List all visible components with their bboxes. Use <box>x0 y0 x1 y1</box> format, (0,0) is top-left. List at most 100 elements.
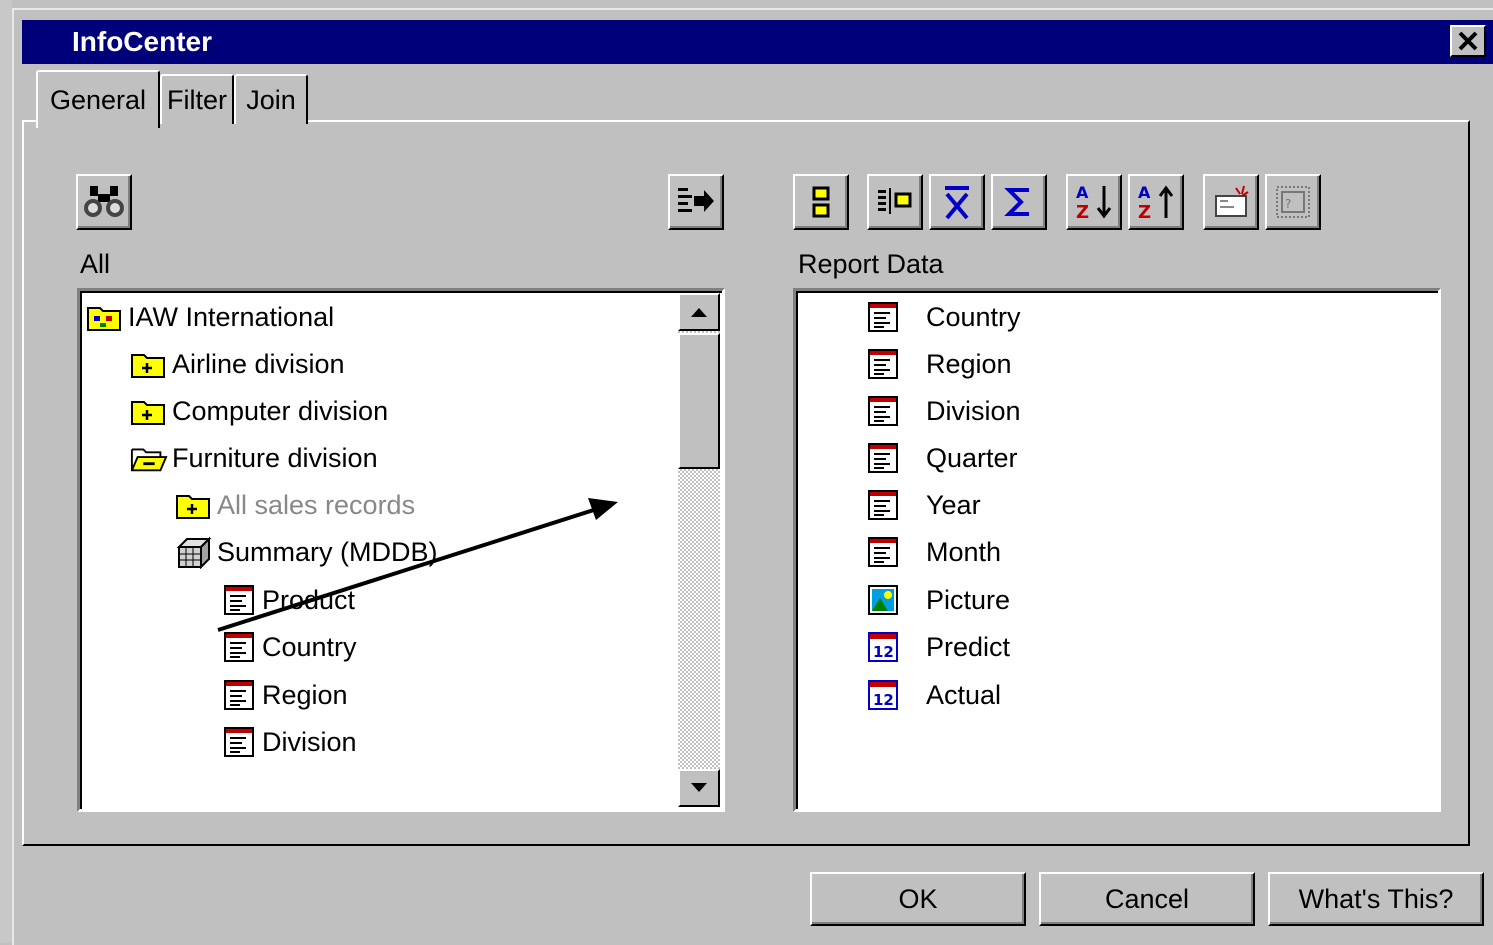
text-field-icon <box>864 441 902 475</box>
tab-join[interactable]: Join <box>234 74 308 124</box>
average-button[interactable] <box>929 174 985 230</box>
report-item-label: Actual <box>926 679 1002 710</box>
text-field-icon <box>864 300 902 334</box>
report-data-label: Report Data <box>798 249 944 279</box>
report-item-label: Picture <box>926 584 1011 615</box>
across-button[interactable] <box>867 174 923 230</box>
report-item-predict[interactable]: 12 Predict <box>864 627 1010 667</box>
close-button[interactable] <box>1450 25 1486 57</box>
svg-text:Z: Z <box>1076 202 1089 223</box>
folder-plus-icon <box>130 347 168 381</box>
window-title: InfoCenter <box>72 26 212 57</box>
tree-item-region[interactable]: Region <box>220 675 348 715</box>
tree-item-label: Country <box>262 631 357 662</box>
triangle-down-icon <box>691 783 707 792</box>
svg-text:A: A <box>1138 183 1151 202</box>
cancel-button[interactable]: Cancel <box>1039 872 1255 926</box>
folder-plus-icon <box>130 394 168 428</box>
report-item-quarter[interactable]: Quarter <box>864 438 1018 478</box>
report-item-label: Predict <box>926 631 1011 662</box>
cancel-button-label: Cancel <box>1104 883 1190 914</box>
find-button[interactable] <box>76 174 132 230</box>
picture-field-icon <box>864 583 902 617</box>
binoculars-icon <box>84 186 124 217</box>
report-item-division[interactable]: Division <box>864 391 1021 431</box>
report-item-label: Month <box>926 536 1002 567</box>
close-icon <box>1458 31 1478 51</box>
org-folder-icon <box>86 300 124 334</box>
tree-item-iaw-international[interactable]: IAW International <box>86 297 334 337</box>
tree-item-product[interactable]: Product <box>220 580 355 620</box>
tree-item-furniture-division[interactable]: Furniture division <box>130 438 378 478</box>
scroll-up-button[interactable] <box>678 293 720 331</box>
report-item-label: Region <box>926 348 1012 379</box>
report-item-region[interactable]: Region <box>864 344 1012 384</box>
tree-item-country[interactable]: Country <box>220 627 357 667</box>
all-label: All <box>80 249 111 279</box>
report-item-country[interactable]: Country <box>864 297 1021 337</box>
svg-text:A: A <box>1076 183 1089 202</box>
ok-button-label: OK <box>898 883 938 914</box>
tree-item-label: Computer division <box>172 395 389 426</box>
tree-vertical-scrollbar[interactable] <box>678 293 720 807</box>
ok-button[interactable]: OK <box>810 872 1026 926</box>
svg-text:12: 12 <box>873 643 894 661</box>
tab-general[interactable]: General <box>36 70 160 128</box>
tree-item-division[interactable]: Division <box>220 722 357 762</box>
tree-item-label: Product <box>262 584 356 615</box>
sum-button[interactable] <box>991 174 1047 230</box>
text-field-icon <box>864 488 902 522</box>
text-field-icon <box>220 630 258 664</box>
triangle-up-icon <box>691 308 707 317</box>
mean-x-bar-icon <box>945 186 969 220</box>
sort-ascending-button[interactable]: A Z <box>1066 174 1122 230</box>
tree-item-label: Region <box>262 679 348 710</box>
text-field-icon <box>220 725 258 759</box>
tree-item-label: Airline division <box>172 348 345 379</box>
text-field-icon <box>220 583 258 617</box>
title-bar: InfoCenter <box>22 20 1493 64</box>
tree-item-label: Division <box>262 726 357 757</box>
folder-plus-icon <box>175 488 213 522</box>
tab-filter-label: Filter <box>167 84 227 115</box>
tab-join-label: Join <box>246 84 296 115</box>
tree-item-label: Furniture division <box>172 442 378 473</box>
report-item-label: Year <box>926 489 981 520</box>
properties-button[interactable]: ? <box>1265 174 1321 230</box>
report-item-picture[interactable]: Picture <box>864 580 1010 620</box>
report-item-actual[interactable]: 12 Actual <box>864 675 1001 715</box>
text-field-icon <box>864 347 902 381</box>
text-field-icon <box>864 394 902 428</box>
whats-this-button-label: What's This? <box>1298 883 1454 914</box>
tree-item-airline-division[interactable]: Airline division <box>130 344 345 384</box>
tree-item-summary-mddb[interactable]: Summary (MDDB) <box>175 532 438 572</box>
report-item-year[interactable]: Year <box>864 485 981 525</box>
tree-item-all-sales-records[interactable]: All sales records <box>175 485 415 525</box>
group-rows-icon <box>812 186 830 218</box>
tab-filter[interactable]: Filter <box>160 74 234 124</box>
numeric-field-icon: 12 <box>864 678 902 712</box>
scroll-thumb[interactable] <box>678 333 720 469</box>
tree-item-computer-division[interactable]: Computer division <box>130 391 388 431</box>
add-to-report-button[interactable] <box>668 174 724 230</box>
sort-az-up-icon: A Z <box>1138 183 1174 223</box>
tree-item-label: All sales records <box>217 489 416 520</box>
group-button[interactable] <box>793 174 849 230</box>
sort-descending-button[interactable]: A Z <box>1128 174 1184 230</box>
scroll-down-button[interactable] <box>678 769 720 807</box>
whats-this-button[interactable]: What's This? <box>1268 872 1484 926</box>
sigma-icon <box>1004 188 1029 216</box>
numeric-field-icon: 12 <box>864 630 902 664</box>
report-item-label: Country <box>926 301 1021 332</box>
tree-item-label: IAW International <box>128 301 335 332</box>
report-item-month[interactable]: Month <box>864 532 1001 572</box>
svg-text:Z: Z <box>1138 202 1151 223</box>
text-field-icon <box>864 535 902 569</box>
new-item-button[interactable] <box>1203 174 1259 230</box>
tab-general-label: General <box>49 84 147 115</box>
across-columns-icon <box>878 188 912 214</box>
report-item-label: Quarter <box>926 442 1018 473</box>
add-fields-arrow-icon <box>678 188 714 212</box>
folder-open-minus-icon <box>130 441 168 475</box>
new-computed-item-icon <box>1215 185 1249 217</box>
